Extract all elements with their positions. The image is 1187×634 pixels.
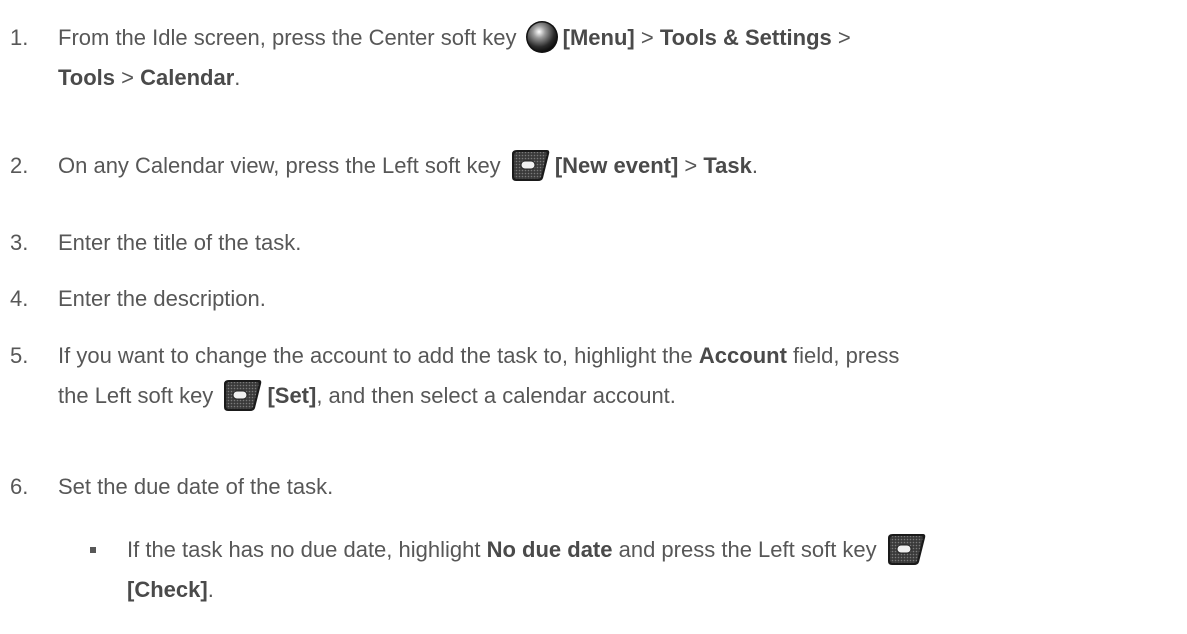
step-number: 3. <box>10 230 29 255</box>
step-number: 4. <box>10 286 29 311</box>
step-number: 6. <box>10 474 29 499</box>
step-number: 2. <box>10 153 29 178</box>
sub-bullet-text: If the task has no due date, highlight N… <box>127 530 1177 610</box>
left-soft-key-icon <box>509 148 551 182</box>
step-text: On any Calendar view, press the Left sof… <box>58 146 1168 186</box>
center-soft-key-icon <box>525 20 559 54</box>
step-text: Enter the title of the task. <box>58 230 302 255</box>
step-text: From the Idle screen, press the Center s… <box>58 18 1168 98</box>
left-soft-key-icon <box>221 378 263 412</box>
left-soft-key-icon <box>885 532 927 566</box>
step-number: 1. <box>10 25 29 50</box>
step-number: 5. <box>10 343 29 368</box>
step-text: If you want to change the account to add… <box>58 336 1168 416</box>
step-text: Enter the description. <box>58 286 266 311</box>
step-text: Set the due date of the task. <box>58 474 334 499</box>
